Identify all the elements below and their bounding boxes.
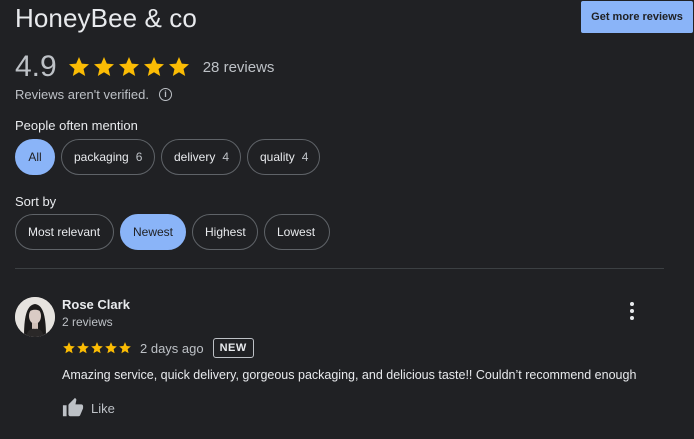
rating-summary: 4.9 28 reviews: [15, 50, 274, 84]
average-rating: 4.9: [15, 50, 57, 83]
reviewer-name[interactable]: Rose Clark: [62, 297, 130, 312]
chip-label: All: [28, 150, 42, 164]
chip-packaging[interactable]: packaging 6: [61, 139, 155, 175]
rating-stars: [67, 55, 191, 79]
info-icon[interactable]: i: [158, 87, 172, 101]
business-name: HoneyBee & co: [15, 3, 197, 33]
chip-label: quality: [260, 150, 295, 164]
sort-option-label: Highest: [205, 225, 246, 239]
more-options-icon[interactable]: [624, 301, 640, 321]
chip-quality[interactable]: quality 4: [247, 139, 320, 175]
sort-options: Most relevant Newest Highest Lowest: [15, 214, 330, 250]
star-icon: [63, 342, 75, 354]
sort-highest[interactable]: Highest: [192, 214, 258, 250]
thumbs-up-icon: [62, 397, 84, 417]
sort-most-relevant[interactable]: Most relevant: [15, 214, 114, 250]
mentions-label: People often mention: [15, 118, 138, 133]
reviewer-review-count: 2 reviews: [62, 315, 113, 329]
review-stars: [62, 341, 132, 355]
like-label: Like: [91, 400, 115, 416]
unverified-note: Reviews aren't verified. i: [15, 86, 172, 102]
chip-count: 4: [301, 150, 309, 164]
review-date: 2 days ago: [140, 340, 204, 356]
unverified-text: Reviews aren't verified.: [15, 86, 149, 102]
sort-label: Sort by: [15, 194, 57, 209]
sort-option-label: Lowest: [277, 225, 316, 239]
star-icon: [68, 57, 89, 76]
get-more-reviews-button[interactable]: Get more reviews: [581, 1, 693, 33]
new-badge: NEW: [212, 338, 254, 358]
star-icon: [119, 342, 131, 354]
like-button[interactable]: Like: [62, 397, 115, 419]
review-text: Amazing service, quick delivery, gorgeou…: [62, 368, 637, 382]
star-icon: [77, 342, 89, 354]
sort-lowest[interactable]: Lowest: [264, 214, 330, 250]
review-meta: 2 days ago NEW: [62, 338, 254, 358]
chip-label: packaging: [74, 150, 129, 164]
star-icon: [118, 57, 139, 76]
sort-newest[interactable]: Newest: [120, 214, 186, 250]
star-icon: [168, 57, 189, 76]
chip-count: 4: [222, 150, 230, 164]
star-icon: [105, 342, 117, 354]
sort-option-label: Most relevant: [28, 225, 101, 239]
chip-delivery[interactable]: delivery 4: [161, 139, 241, 175]
star-icon: [143, 57, 164, 76]
review-count: 28 reviews: [202, 58, 275, 76]
mentions-chips: All packaging 6 delivery 4 quality 4: [15, 139, 320, 175]
chip-all[interactable]: All: [15, 139, 55, 175]
star-icon: [91, 342, 103, 354]
avatar[interactable]: [15, 297, 55, 337]
divider: [15, 268, 664, 269]
sort-option-label: Newest: [132, 225, 173, 239]
star-icon: [93, 57, 114, 76]
chip-count: 6: [135, 150, 143, 164]
chip-label: delivery: [174, 150, 216, 164]
